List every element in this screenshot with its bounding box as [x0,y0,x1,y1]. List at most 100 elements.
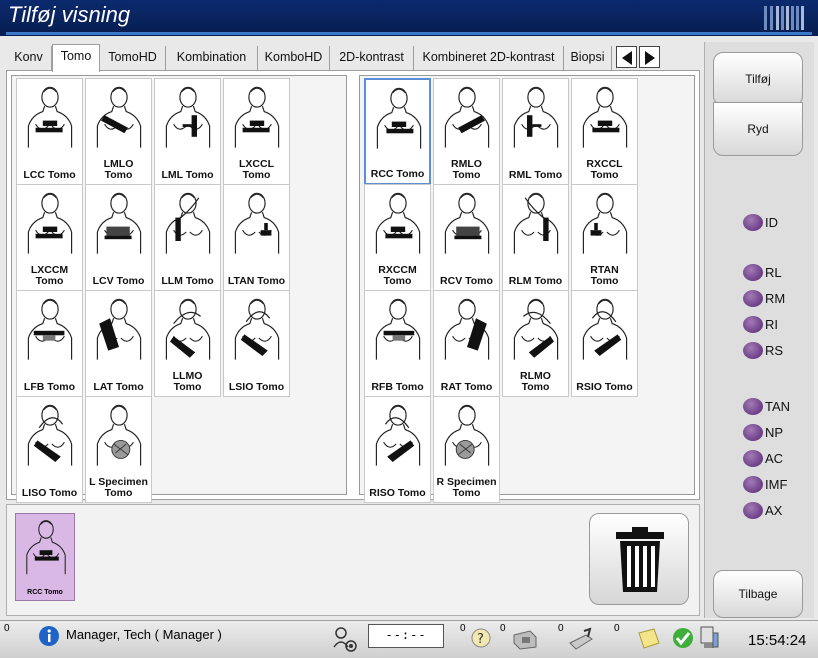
view-tile[interactable]: L Specimen Tomo [85,396,152,503]
view-tile[interactable]: LML Tomo [154,78,221,185]
delete-button[interactable] [589,513,689,605]
archive-icon[interactable] [566,627,596,651]
view-label: RCV Tomo [440,275,493,287]
tab-tomohd[interactable]: TomoHD [100,46,166,70]
view-tile[interactable]: LMLO Tomo [85,78,152,185]
marker-label: TAN [765,399,791,414]
breast-lm-icon [513,192,559,254]
view-tile[interactable]: RFB Tomo [364,290,431,397]
view-tile[interactable]: LLM Tomo [154,184,221,291]
breast-sio-icon [234,298,280,360]
clock: 15:54:24 [748,632,807,649]
view-tile[interactable]: RMLO Tomo [433,78,500,185]
output-device-icon[interactable] [510,627,540,651]
view-tile[interactable]: RLM Tomo [502,184,569,291]
tab-scroll-right-button[interactable] [639,46,660,68]
view-label: L Specimen Tomo [89,476,148,499]
breast-cc-icon [26,520,66,575]
breast-mlo-icon [96,86,142,148]
tab-biopsi[interactable]: Biopsi [564,46,612,70]
view-label: LSIO Tomo [228,381,285,393]
breast-cc-icon [234,86,280,148]
tab-kombination[interactable]: Kombination [166,46,258,70]
tab-kombohd[interactable]: KomboHD [258,46,330,70]
system-icon[interactable] [698,625,720,651]
tab-tomo[interactable]: Tomo [52,44,100,72]
view-label: LXCCL Tomo [239,158,274,181]
view-tile[interactable]: RXCCL Tomo [571,78,638,185]
view-tile[interactable]: LSIO Tomo [223,290,290,397]
view-label: RMLO Tomo [451,158,482,181]
view-tile[interactable]: LTAN Tomo [223,184,290,291]
view-tile[interactable]: RLMO Tomo [502,290,569,397]
clear-button[interactable]: Ryd [713,102,803,156]
brand-logo [760,6,806,30]
breast-specimen-icon [444,404,490,466]
exposure-timer: --:-- [368,624,444,648]
tab-konv[interactable]: Konv [6,46,52,70]
view-tile[interactable]: LXCCM Tomo [16,184,83,291]
view-tile[interactable]: LFB Tomo [16,290,83,397]
breast-lat-icon [444,298,490,360]
view-tile[interactable]: LXCCL Tomo [223,78,290,185]
breast-sio-icon [27,404,73,466]
info-icon[interactable] [38,625,60,647]
view-tile[interactable]: RISO Tomo [364,396,431,503]
view-label: RLM Tomo [508,275,563,287]
count-3: 0 [558,623,564,634]
breast-sio-icon [375,404,421,466]
user-network-icon[interactable] [332,625,358,653]
notes-icon[interactable] [636,627,662,651]
svg-text:?: ? [477,632,484,647]
view-tile[interactable]: LISO Tomo [16,396,83,503]
view-tile[interactable]: RSIO Tomo [571,290,638,397]
window-title: Tilføj visning [8,2,131,27]
view-label: RSIO Tomo [576,381,633,393]
view-tile[interactable]: LLMO Tomo [154,290,221,397]
view-tile[interactable]: LCC Tomo [16,78,83,185]
tab-scroll-left-button[interactable] [616,46,637,68]
breast-cc-icon [582,86,628,148]
right-breast-views: RCC Tomo RMLO Tomo RML Tomo RXCCL Tomo RXCCM… [359,75,695,503]
tab-2d-kontrast[interactable]: 2D-kontrast [330,46,414,70]
view-tile[interactable]: RTAN Tomo [571,184,638,291]
marker-dot-icon [743,502,763,519]
view-label: LTAN Tomo [227,275,286,287]
marker-dot-icon [743,398,763,415]
trash-icon [616,527,664,592]
marker-dot-icon [743,476,763,493]
view-label: RCC Tomo [370,168,425,180]
view-tile[interactable]: R Specimen Tomo [433,396,500,503]
view-label: R Specimen Tomo [436,476,497,499]
view-label: LLMO Tomo [172,370,203,393]
marker-dot-icon [743,342,763,359]
view-tile[interactable]: RXCCM Tomo [364,184,431,291]
tab-kombineret-2d-kontrast[interactable]: Kombineret 2D-kontrast [414,46,564,70]
marker-dot-icon [743,450,763,467]
add-button[interactable]: Tilføj [713,52,803,106]
marker-label: RI [765,317,778,332]
view-tile[interactable]: LCV Tomo [85,184,152,291]
view-tile[interactable]: LAT Tomo [85,290,152,397]
marker-label: RM [765,291,786,306]
view-label: RTAN Tomo [590,264,619,287]
view-tile[interactable]: RCC Tomo [364,78,431,185]
marker-label: AX [765,503,783,518]
view-label: LMLO Tomo [103,158,134,181]
view-tile[interactable]: RCV Tomo [433,184,500,291]
view-label: RAT Tomo [440,381,493,393]
marker-dot-icon [743,316,763,333]
status-ok-icon[interactable] [672,627,694,649]
selected-view-thumbnail[interactable]: RCC Tomo [15,513,75,601]
breast-cv-icon [96,192,142,254]
view-tile[interactable]: RML Tomo [502,78,569,185]
marker-dot-icon [743,424,763,441]
help-icon[interactable]: ? [470,627,492,649]
count-4: 0 [614,623,620,634]
breast-ml-icon [165,86,211,148]
view-tile[interactable]: RAT Tomo [433,290,500,397]
breast-tan-icon [582,192,628,254]
back-button[interactable]: Tilbage [713,570,803,618]
marker-label: IMF [765,477,788,492]
view-label: RXCCL Tomo [586,158,623,181]
